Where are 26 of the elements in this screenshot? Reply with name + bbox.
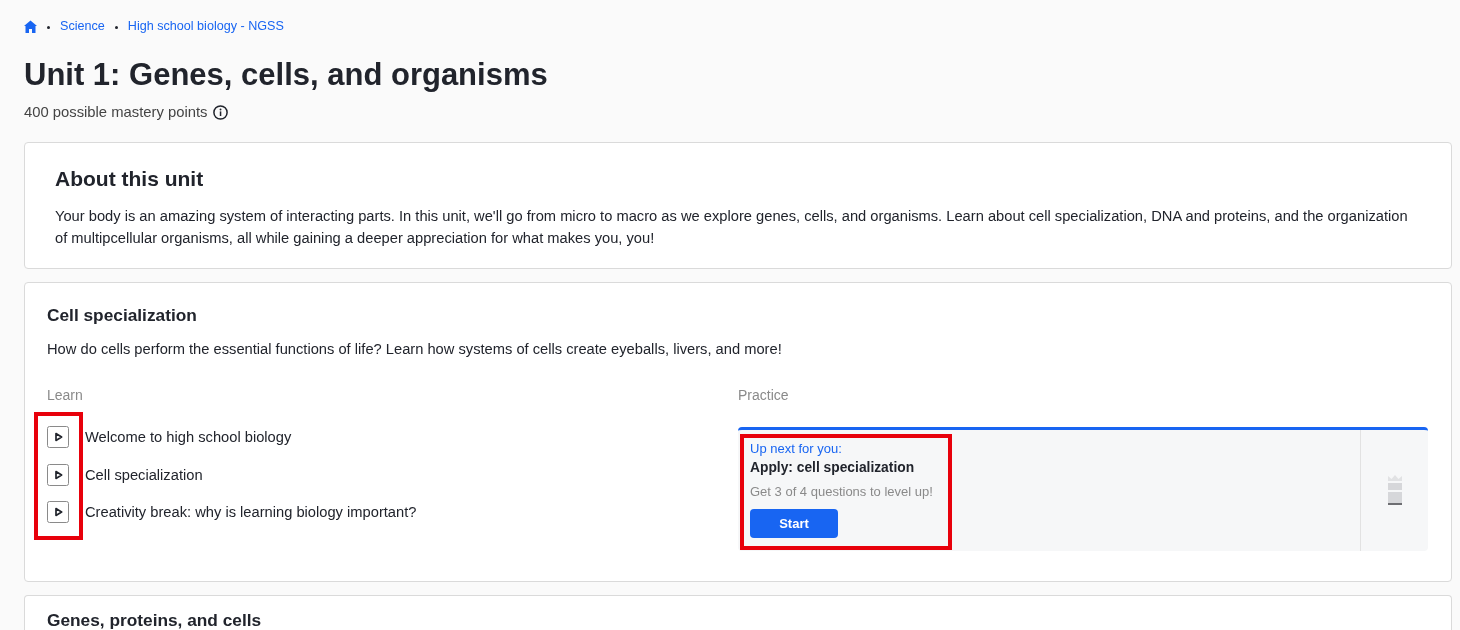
- breadcrumb-link[interactable]: High school biology - NGSS: [127, 17, 284, 35]
- exercise-hint: Get 3 of 4 questions to level up!: [750, 483, 933, 501]
- lesson-link[interactable]: Welcome to high school biology: [47, 426, 417, 448]
- column-label: Learn: [47, 386, 83, 405]
- info-icon[interactable]: [213, 104, 229, 120]
- lesson-link[interactable]: Cell specialization: [47, 463, 417, 486]
- mastery-points-text: 400 possible mastery points: [24, 103, 208, 122]
- play-icon: [47, 426, 69, 448]
- breadcrumb-link[interactable]: Science: [60, 17, 105, 35]
- page-title: Unit 1: Genes, cells, and organisms: [24, 57, 549, 93]
- up-next-label: Up next for you:: [750, 440, 842, 458]
- lesson-description: How do cells perform the essential functions of life? Learn how systems of cells create eyeballs, livers, and more!: [47, 340, 783, 359]
- play-icon: [47, 501, 69, 523]
- separator-dot-icon: [47, 25, 50, 29]
- start-button[interactable]: Start: [750, 509, 838, 538]
- crown-stack-icon: [1387, 475, 1402, 506]
- separator-dot-icon: [114, 25, 118, 29]
- lesson-heading: Genes, proteins, and cells: [47, 610, 263, 630]
- play-icon: [47, 463, 69, 486]
- exercise-title: Apply: cell specialization: [750, 459, 915, 477]
- lesson-link[interactable]: Creativity break: why is learning biology important?: [47, 501, 417, 523]
- lesson-heading: Cell specialization: [47, 304, 198, 327]
- unit-description: Your body is an amazing system of interacting parts. In this unit, we'll go from micro to macro as we explore genes, cells, and organisms. Learn about cell specialization, DNA and proteins, and the organization of multipcellular organisms, all while gaining a deeper appreciation for what makes you, you!: [55, 207, 1409, 248]
- column-label: Practice: [738, 386, 789, 405]
- home-icon[interactable]: [24, 19, 37, 33]
- section-heading: About this unit: [55, 166, 205, 192]
